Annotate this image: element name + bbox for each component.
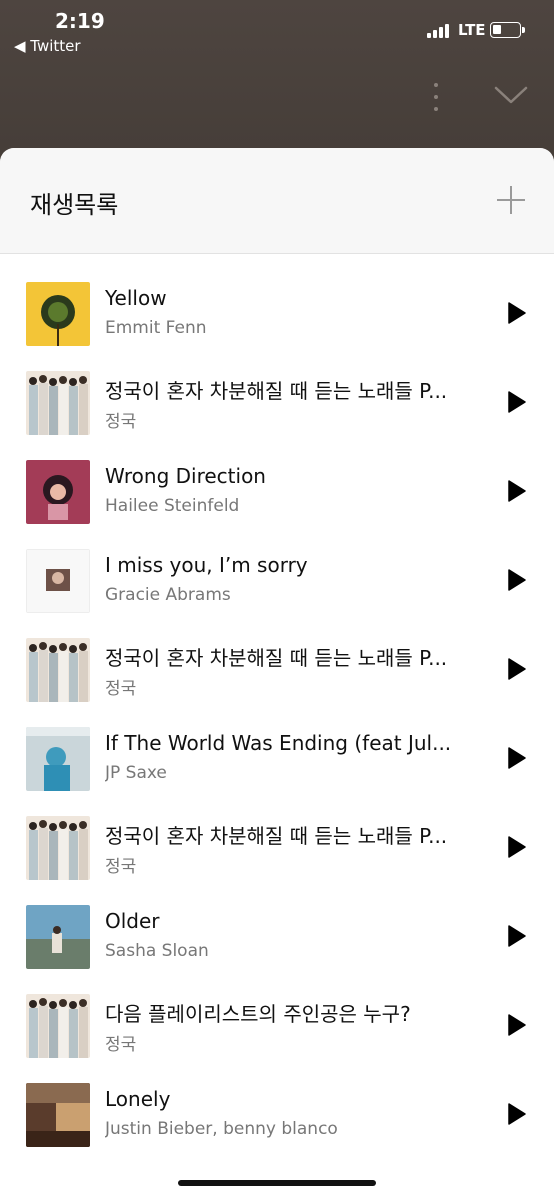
- play-icon[interactable]: [508, 302, 526, 324]
- playlist-header: 재생목록: [0, 148, 554, 254]
- play-icon[interactable]: [508, 480, 526, 502]
- track-row[interactable]: Lonely Justin Bieber, benny blanco: [0, 1083, 554, 1172]
- track-row[interactable]: If The World Was Ending (feat Jul... JP S…: [0, 727, 554, 816]
- track-artist: 정국: [105, 412, 137, 432]
- status-time: 2:19: [55, 9, 105, 33]
- home-indicator[interactable]: [178, 1180, 376, 1186]
- battery-icon: [490, 22, 525, 38]
- track-artist: Hailee Steinfeld: [105, 496, 240, 516]
- play-icon[interactable]: [508, 925, 526, 947]
- track-artist: Gracie Abrams: [105, 585, 231, 605]
- album-art: [26, 994, 90, 1058]
- track-row[interactable]: Yellow Emmit Fenn: [0, 282, 554, 371]
- album-art: [26, 460, 90, 524]
- album-art: [26, 905, 90, 969]
- play-icon[interactable]: [508, 1103, 526, 1125]
- track-title: 정국이 혼자 차분해질 때 듣는 노래들 P...: [105, 824, 448, 848]
- track-title: 다음 플레이리스트의 주인공은 누구?: [105, 1002, 411, 1026]
- track-row[interactable]: 정국이 혼자 차분해질 때 듣는 노래들 P... 정국: [0, 371, 554, 460]
- track-title: 정국이 혼자 차분해질 때 듣는 노래들 P...: [105, 379, 448, 403]
- track-row[interactable]: 다음 플레이리스트의 주인공은 누구? 정국: [0, 994, 554, 1083]
- play-icon[interactable]: [508, 569, 526, 591]
- play-icon[interactable]: [508, 747, 526, 769]
- play-icon[interactable]: [508, 836, 526, 858]
- track-title: Lonely: [105, 1087, 171, 1111]
- network-type: LTE: [458, 21, 486, 39]
- track-artist: 정국: [105, 857, 137, 877]
- track-row[interactable]: I miss you, I’m sorry Gracie Abrams: [0, 549, 554, 638]
- album-art: [26, 371, 90, 435]
- album-art: [26, 638, 90, 702]
- album-art: [26, 282, 90, 346]
- playlist-title: 재생목록: [30, 191, 119, 219]
- track-title: 정국이 혼자 차분해질 때 듣는 노래들 P...: [105, 646, 448, 670]
- plus-icon[interactable]: [496, 185, 526, 215]
- track-title: Wrong Direction: [105, 464, 266, 488]
- track-artist: Justin Bieber, benny blanco: [105, 1119, 338, 1139]
- chevron-down-icon[interactable]: [493, 80, 529, 110]
- track-artist: 정국: [105, 1035, 137, 1055]
- play-icon[interactable]: [508, 658, 526, 680]
- status-bar: 2:19 ◀ Twitter LTE: [0, 0, 554, 60]
- track-artist: 정국: [105, 679, 137, 699]
- back-to-app-link[interactable]: ◀ Twitter: [14, 37, 81, 55]
- track-title: Older: [105, 909, 160, 933]
- track-title: If The World Was Ending (feat Jul...: [105, 731, 452, 755]
- track-artist: JP Saxe: [105, 763, 167, 783]
- more-vertical-icon[interactable]: [426, 81, 446, 113]
- play-icon[interactable]: [508, 391, 526, 413]
- album-art: [26, 1083, 90, 1147]
- track-row[interactable]: Older Sasha Sloan: [0, 905, 554, 994]
- album-art: [26, 727, 90, 791]
- track-title: I miss you, I’m sorry: [105, 553, 308, 577]
- track-title: Yellow: [105, 286, 167, 310]
- playlist-sheet: 재생목록 Yellow Emmit Fenn 정국이 혼자 차분해질 때 듣는 노래…: [0, 148, 554, 1200]
- track-row[interactable]: 정국이 혼자 차분해질 때 듣는 노래들 P... 정국: [0, 638, 554, 727]
- track-artist: Emmit Fenn: [105, 318, 207, 338]
- track-row[interactable]: 정국이 혼자 차분해질 때 듣는 노래들 P... 정국: [0, 816, 554, 905]
- track-row[interactable]: Wrong Direction Hailee Steinfeld: [0, 460, 554, 549]
- album-art: [26, 816, 90, 880]
- track-artist: Sasha Sloan: [105, 941, 209, 961]
- play-icon[interactable]: [508, 1014, 526, 1036]
- signal-icon: [427, 23, 449, 38]
- album-art: [26, 549, 90, 613]
